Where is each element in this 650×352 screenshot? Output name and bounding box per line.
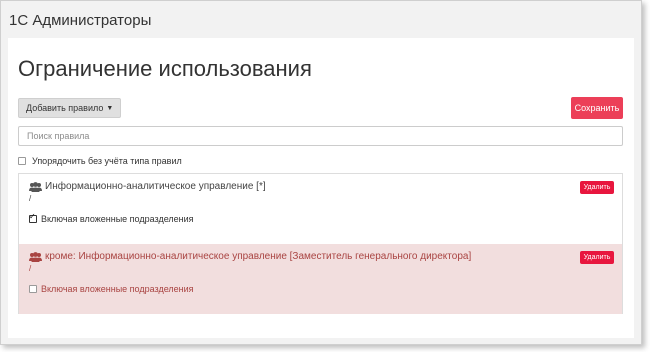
add-rule-label: Добавить правило: [26, 103, 104, 113]
rule-title-text: Информационно-аналитическое управление […: [45, 181, 266, 192]
users-icon: [29, 251, 42, 262]
delete-rule-button[interactable]: Удалить: [580, 181, 614, 194]
rule-path: /: [29, 264, 32, 273]
rule-title: кроме: Информационно-аналитическое управ…: [29, 251, 471, 262]
sort-label: Упорядочить без учёта типа правил: [32, 156, 182, 166]
users-icon: [29, 181, 42, 192]
delete-rule-button[interactable]: Удалить: [580, 251, 614, 264]
page-title: Ограничение использования: [18, 56, 312, 81]
rule-title-text: кроме: Информационно-аналитическое управ…: [45, 251, 472, 262]
app-title: 1С Администраторы: [9, 12, 152, 29]
add-rule-button[interactable]: Добавить правило ▼: [18, 98, 122, 118]
rules-list: Информационно-аналитическое управление […: [18, 173, 623, 314]
rule-item: Информационно-аналитическое управление […: [19, 174, 622, 244]
sort-checkbox[interactable]: [18, 157, 26, 165]
app-window: 1С Администраторы Ограничение использова…: [0, 0, 642, 345]
include-subdivisions-label: Включая вложенные подразделения: [41, 214, 194, 224]
rule-item-exception: кроме: Информационно-аналитическое управ…: [19, 244, 622, 314]
include-subdivisions-option[interactable]: Включая вложенные подразделения: [29, 284, 194, 294]
include-subdivisions-label: Включая вложенные подразделения: [41, 284, 194, 294]
rule-path: /: [29, 194, 32, 203]
include-subdivisions-option[interactable]: Включая вложенные подразделения: [29, 212, 194, 224]
search-input[interactable]: [18, 126, 623, 146]
caret-down-icon: ▼: [106, 104, 114, 112]
main-panel: Ограничение использования Добавить прави…: [8, 38, 634, 338]
rule-title: Информационно-аналитическое управление […: [29, 181, 266, 192]
sort-option[interactable]: Упорядочить без учёта типа правил: [18, 156, 182, 166]
save-button[interactable]: Сохранить: [571, 97, 623, 119]
include-subdivisions-checkbox[interactable]: [29, 285, 37, 293]
include-subdivisions-checkbox[interactable]: [29, 212, 37, 223]
